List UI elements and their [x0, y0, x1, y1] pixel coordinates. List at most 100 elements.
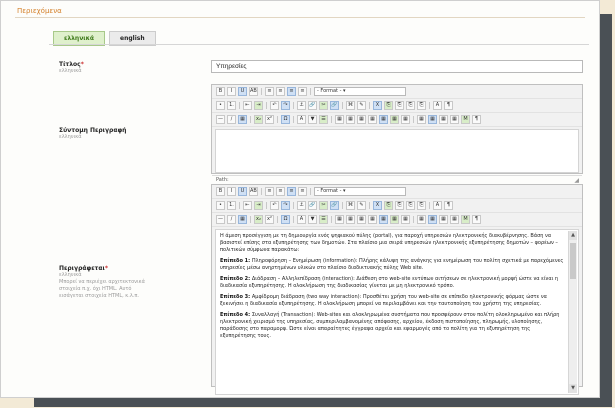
toolbar-button-icon[interactable]: ⎘: [384, 101, 393, 110]
toolbar-button-icon[interactable]: ⎘: [395, 101, 404, 110]
toolbar-button-icon[interactable]: ▦: [428, 115, 437, 124]
toolbar-button-icon[interactable]: ▦: [390, 215, 399, 224]
toolbar-button-icon[interactable]: •: [216, 101, 225, 110]
toolbar-button-icon[interactable]: M: [461, 115, 470, 124]
toolbar-button-icon[interactable]: A: [297, 215, 306, 224]
toolbar-button-icon[interactable]: ≡: [276, 87, 285, 96]
toolbar-button-icon[interactable]: ↶: [270, 201, 279, 210]
toolbar-button-icon[interactable]: ▦: [335, 115, 344, 124]
toolbar-button-icon[interactable]: X: [373, 101, 382, 110]
toolbar-button-icon[interactable]: ≡: [298, 87, 307, 96]
toolbar-button-icon[interactable]: ✎: [357, 101, 366, 110]
toolbar-button-icon[interactable]: I: [227, 187, 236, 196]
toolbar-button-icon[interactable]: ▦: [357, 115, 366, 124]
toolbar-button-icon[interactable]: A: [297, 115, 306, 124]
toolbar-button-icon[interactable]: ABC: [249, 187, 258, 196]
toolbar-button-icon[interactable]: ABC: [249, 87, 258, 96]
toolbar-button-icon[interactable]: ✂: [319, 101, 328, 110]
toolbar-button-icon[interactable]: ⇥: [254, 201, 263, 210]
toolbar-button-icon[interactable]: ▦: [379, 215, 388, 224]
toolbar-button-icon[interactable]: A: [433, 201, 442, 210]
editor-scrollbar[interactable]: ▲ ▼: [568, 231, 577, 393]
toolbar-button-icon[interactable]: x₂: [254, 115, 263, 124]
toolbar-button-icon[interactable]: ⎘: [406, 101, 415, 110]
toolbar-button-icon[interactable]: ▦: [368, 115, 377, 124]
toolbar-button-icon[interactable]: 🔗: [308, 101, 317, 110]
toolbar-button-icon[interactable]: 🔗: [330, 201, 339, 210]
toolbar-button-icon[interactable]: ⇥: [254, 101, 263, 110]
toolbar-button-icon[interactable]: ¶: [472, 115, 481, 124]
toolbar-button-icon[interactable]: ▦: [401, 215, 410, 224]
toolbar-button-icon[interactable]: ✎: [357, 201, 366, 210]
toolbar-button-icon[interactable]: •: [216, 201, 225, 210]
toolbar-button-icon[interactable]: ▦: [417, 215, 426, 224]
toolbar-button-icon[interactable]: ↷: [281, 101, 290, 110]
toolbar-button-icon[interactable]: —: [216, 115, 225, 124]
toolbar-button-icon[interactable]: ▦: [379, 115, 388, 124]
toolbar-button-icon[interactable]: ▦: [439, 215, 448, 224]
toolbar-button-icon[interactable]: ▦: [238, 215, 247, 224]
toolbar-button-icon[interactable]: 1.: [227, 201, 236, 210]
toolbar-button-icon[interactable]: ▦: [335, 215, 344, 224]
toolbar-button-icon[interactable]: ∕: [227, 215, 236, 224]
description-text-area[interactable]: Η άμεση προσέγγιση με τη δημιουργία ενός…: [215, 229, 579, 395]
toolbar-button-icon[interactable]: ≡: [276, 187, 285, 196]
toolbar-button-icon[interactable]: ▦: [346, 215, 355, 224]
toolbar-button-icon[interactable]: ¶: [444, 101, 453, 110]
toolbar-button-icon[interactable]: ▼: [308, 115, 317, 124]
toolbar-button-icon[interactable]: ≡: [287, 87, 296, 96]
toolbar-button-icon[interactable]: x²: [265, 115, 274, 124]
toolbar-button-icon[interactable]: ∕: [227, 115, 236, 124]
toolbar-button-icon[interactable]: ⎘: [417, 101, 426, 110]
toolbar-button-icon[interactable]: x²: [265, 215, 274, 224]
toolbar-button-icon[interactable]: ▦: [238, 115, 247, 124]
toolbar-button-icon[interactable]: M: [461, 215, 470, 224]
toolbar-button-icon[interactable]: ▦: [368, 215, 377, 224]
toolbar-button-icon[interactable]: ≡: [298, 187, 307, 196]
toolbar-button-icon[interactable]: A: [433, 101, 442, 110]
toolbar-button-icon[interactable]: X: [373, 201, 382, 210]
toolbar-button-icon[interactable]: ▦: [401, 115, 410, 124]
toolbar-button-icon[interactable]: ≡: [265, 187, 274, 196]
toolbar-button-icon[interactable]: ⌘: [346, 201, 355, 210]
format-select[interactable]: - Format - ▾: [314, 87, 406, 96]
toolbar-button-icon[interactable]: ▦: [428, 215, 437, 224]
toolbar-button-icon[interactable]: B: [216, 87, 225, 96]
summary-text-area[interactable]: [215, 129, 579, 173]
toolbar-button-icon[interactable]: ▦: [357, 215, 366, 224]
toolbar-button-icon[interactable]: —: [216, 215, 225, 224]
toolbar-button-icon[interactable]: ▦: [390, 115, 399, 124]
toolbar-button-icon[interactable]: ▦: [450, 215, 459, 224]
toolbar-button-icon[interactable]: ⇤: [243, 201, 252, 210]
toolbar-button-icon[interactable]: I: [227, 87, 236, 96]
toolbar-button-icon[interactable]: ⎘: [395, 201, 404, 210]
toolbar-button-icon[interactable]: ⚓: [297, 101, 306, 110]
toolbar-button-icon[interactable]: ▼: [308, 215, 317, 224]
toolbar-button-icon[interactable]: ↷: [281, 201, 290, 210]
toolbar-button-icon[interactable]: U: [238, 87, 247, 96]
toolbar-button-icon[interactable]: ✂: [319, 201, 328, 210]
toolbar-button-icon[interactable]: ▦: [439, 115, 448, 124]
toolbar-button-icon[interactable]: ▦: [417, 115, 426, 124]
toolbar-button-icon[interactable]: ⎘: [417, 201, 426, 210]
scroll-up-icon[interactable]: ▲: [569, 231, 577, 240]
toolbar-button-icon[interactable]: 1.: [227, 101, 236, 110]
toolbar-button-icon[interactable]: x₂: [254, 215, 263, 224]
resize-grip-icon[interactable]: ◢: [574, 177, 579, 184]
toolbar-button-icon[interactable]: Ω: [281, 215, 290, 224]
toolbar-button-icon[interactable]: ¶: [472, 215, 481, 224]
toolbar-button-icon[interactable]: ≡: [265, 87, 274, 96]
toolbar-button-icon[interactable]: ≡: [287, 187, 296, 196]
toolbar-button-icon[interactable]: ▦: [450, 115, 459, 124]
toolbar-button-icon[interactable]: 🔗: [330, 101, 339, 110]
scroll-down-icon[interactable]: ▼: [569, 384, 577, 393]
toolbar-button-icon[interactable]: ⌘: [346, 101, 355, 110]
scroll-thumb[interactable]: [570, 243, 576, 279]
toolbar-button-icon[interactable]: ↶: [270, 101, 279, 110]
toolbar-button-icon[interactable]: Ω: [281, 115, 290, 124]
toolbar-button-icon[interactable]: ▦: [346, 115, 355, 124]
toolbar-button-icon[interactable]: ☰: [319, 215, 328, 224]
toolbar-button-icon[interactable]: ☰: [319, 115, 328, 124]
toolbar-button-icon[interactable]: 🔗: [308, 201, 317, 210]
format-select[interactable]: - Format - ▾: [314, 187, 406, 196]
